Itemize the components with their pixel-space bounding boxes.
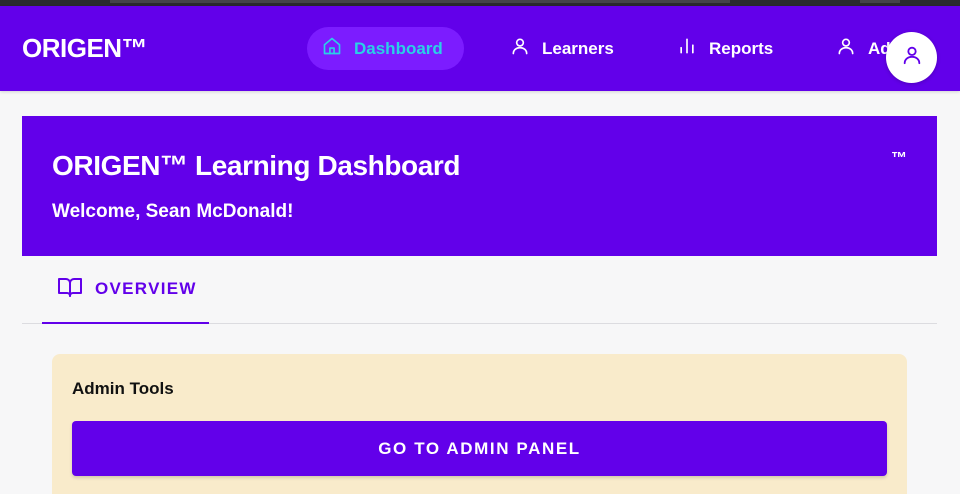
welcome-message: Welcome, Sean McDonald! — [52, 201, 294, 222]
brand-logo[interactable]: ORIGEN™ — [22, 33, 148, 64]
trademark-symbol: ™ — [891, 150, 907, 167]
dashboard-tabs: OVERVIEW — [22, 256, 937, 324]
user-icon — [901, 44, 923, 71]
person-icon — [510, 36, 542, 61]
nav-item-learners[interactable]: Learners — [510, 27, 614, 70]
top-navbar: ORIGEN™ Dashboard Learners Reports Admin — [0, 6, 960, 91]
tab-label: OVERVIEW — [95, 279, 197, 298]
top-strip-segment — [110, 0, 730, 3]
top-strip-segment — [860, 0, 900, 3]
nav-item-label: Dashboard — [354, 38, 443, 58]
nav-item-dashboard[interactable]: Dashboard — [307, 27, 464, 70]
nav-item-label: Reports — [709, 38, 774, 58]
page-title: ORIGEN™ Learning Dashboard — [52, 150, 461, 181]
home-icon — [322, 36, 354, 61]
person-icon — [836, 36, 868, 61]
bar-chart-icon — [677, 36, 709, 61]
dashboard-hero-banner: ORIGEN™ Learning Dashboard Welcome, Sean… — [22, 116, 937, 256]
go-to-admin-panel-button[interactable]: GO TO ADMIN PANEL — [72, 421, 887, 476]
admin-tools-title: Admin Tools — [72, 379, 174, 398]
tab-overview[interactable]: OVERVIEW — [42, 256, 209, 324]
nav-item-label: Learners — [542, 38, 614, 58]
user-avatar-button[interactable] — [886, 32, 937, 83]
nav-item-reports[interactable]: Reports — [677, 27, 773, 70]
admin-tools-card: Admin Tools GO TO ADMIN PANEL — [52, 354, 907, 494]
book-open-icon — [57, 275, 95, 304]
